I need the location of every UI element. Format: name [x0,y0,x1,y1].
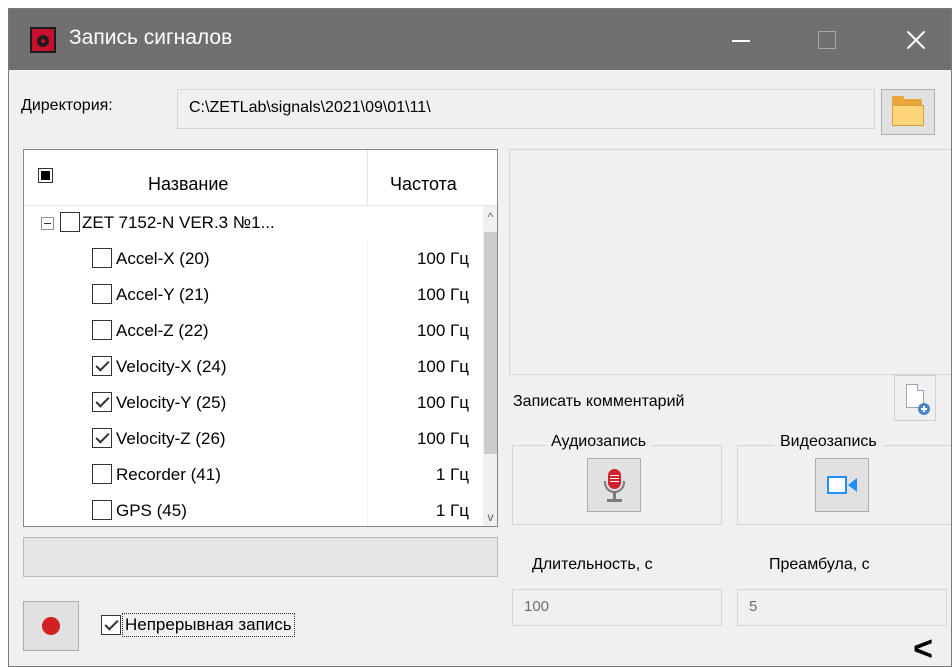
channel-checkbox[interactable] [92,248,112,268]
record-comment-label: Записать комментарий [513,393,685,410]
close-button[interactable] [886,9,946,70]
select-all-checkbox[interactable] [38,168,53,183]
audio-group-label: Аудиозапись [545,433,653,451]
window-title: Запись сигналов [69,26,233,49]
channel-label: GPS (45) [116,501,187,520]
duration-input[interactable]: 100 [512,589,722,626]
channel-tree: Название Частота ZET 7152-N VER.3 №1... … [23,149,498,527]
channel-label: Accel-X (20) [116,249,210,268]
tree-vertical-scrollbar[interactable]: ^ v [483,206,497,526]
channel-frequency: 100 Гц [416,321,469,340]
channel-row[interactable]: Accel-Y (21) 100 Гц [24,278,483,314]
video-group-label: Видеозапись [774,433,883,451]
scrollbar-thumb[interactable] [484,232,497,454]
channel-label: Velocity-X (24) [116,357,227,376]
channel-checkbox[interactable] [92,392,112,412]
record-icon [42,617,60,635]
channel-checkbox[interactable] [92,464,112,484]
channel-frequency: 100 Гц [416,357,469,376]
channel-row[interactable]: Velocity-X (24) 100 Гц [24,350,483,386]
preamble-label: Преамбула, с [769,556,870,573]
video-record-button[interactable] [815,458,869,512]
continuous-recording-label[interactable]: Непрерывная запись [122,613,295,637]
channel-label: Velocity-Z (26) [116,429,226,448]
channel-row[interactable]: Recorder (41) 1 Гц [24,458,483,494]
channel-checkbox[interactable] [92,320,112,340]
comment-text-area[interactable] [509,149,951,375]
channel-frequency: 100 Гц [416,249,469,268]
minimize-button[interactable] [712,9,772,70]
start-recording-button[interactable] [23,601,79,651]
channel-frequency: 1 Гц [435,465,469,484]
app-icon [30,27,56,53]
recorder-window: Запись сигналов Директория: C:\ZETLab\si… [8,8,952,667]
device-checkbox[interactable] [60,212,80,232]
channel-checkbox[interactable] [92,500,112,520]
column-frequency-header[interactable]: Частота [390,174,457,195]
channel-row[interactable]: Accel-Z (22) 100 Гц [24,314,483,350]
column-name-header[interactable]: Название [148,174,228,195]
directory-label: Директория: [21,97,113,114]
collapse-panel-chevron-icon[interactable]: < [905,629,941,666]
preamble-input[interactable]: 5 [737,589,947,626]
scroll-down-arrow-icon[interactable]: v [483,508,497,526]
duration-label: Длительность, с [532,556,653,573]
device-label: ZET 7152-N VER.3 №1... [82,213,275,232]
channel-label: Accel-Y (21) [116,285,210,304]
continuous-recording-checkbox[interactable] [101,615,121,635]
channel-row[interactable]: Accel-X (20) 100 Гц [24,242,483,278]
channel-frequency: 100 Гц [416,393,469,412]
browse-folder-button[interactable] [881,89,935,135]
device-row[interactable]: ZET 7152-N VER.3 №1... [24,206,483,242]
channel-frequency: 100 Гц [416,285,469,304]
collapse-node-icon[interactable] [41,217,54,230]
add-comment-button[interactable] [894,375,936,421]
video-camera-icon [827,476,847,494]
title-bar[interactable]: Запись сигналов [9,9,951,70]
directory-path-field[interactable]: C:\ZETLab\signals\2021\09\01\11\ [177,89,875,129]
channel-row[interactable]: Velocity-Y (25) 100 Гц [24,386,483,422]
channel-row[interactable]: GPS (45) 1 Гц [24,494,483,526]
recording-progress-bar [23,537,498,577]
channel-row[interactable]: Velocity-Z (26) 100 Гц [24,422,483,458]
maximize-button[interactable] [797,9,857,70]
channel-checkbox[interactable] [92,356,112,376]
channel-checkbox[interactable] [92,284,112,304]
channel-label: Velocity-Y (25) [116,393,227,412]
channel-label: Recorder (41) [116,465,221,484]
channel-frequency: 1 Гц [435,501,469,520]
tree-header: Название Частота [24,150,497,206]
channel-checkbox[interactable] [92,428,112,448]
audio-record-button[interactable] [587,458,641,512]
channel-label: Accel-Z (22) [116,321,209,340]
channel-frequency: 100 Гц [416,429,469,448]
scroll-up-arrow-icon[interactable]: ^ [483,208,497,226]
